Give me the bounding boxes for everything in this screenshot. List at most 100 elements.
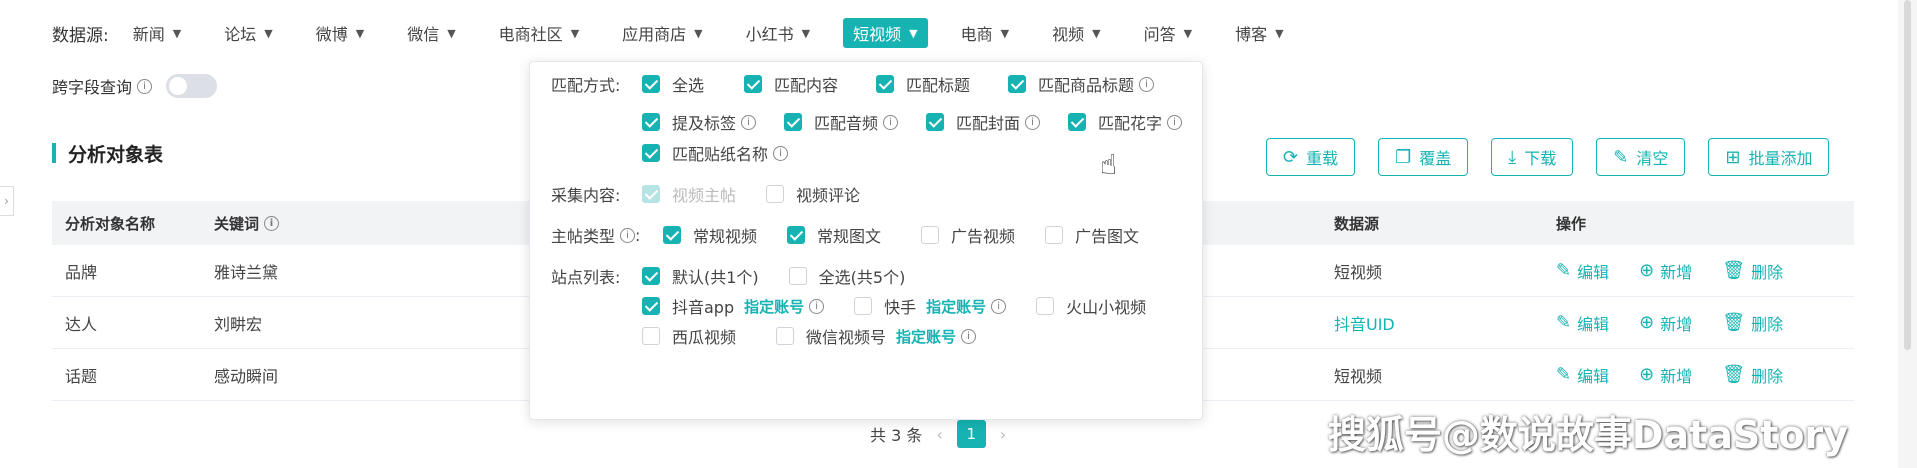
source-tab[interactable]: 小红书 ▼ xyxy=(736,18,820,48)
checkbox-option[interactable]: 匹配内容 xyxy=(744,72,838,96)
source-tab-label: 微博 xyxy=(315,25,348,44)
source-tab[interactable]: 问答 ▼ xyxy=(1134,18,1202,48)
checkbox-checked-icon xyxy=(642,185,660,203)
header-ops: 操作 xyxy=(1556,214,1587,233)
info-icon[interactable]: i xyxy=(883,114,899,130)
checkbox-option[interactable]: 视频评论 xyxy=(766,182,860,206)
caret-down-icon: ▼ xyxy=(447,26,456,40)
info-icon[interactable]: i xyxy=(1025,114,1041,130)
checkbox-option[interactable]: 匹配封面 i xyxy=(926,110,1041,134)
info-icon[interactable]: i xyxy=(1139,76,1155,92)
edit-button[interactable]: ✎ 编辑 xyxy=(1556,259,1609,283)
add-button[interactable]: ⊕ 新增 xyxy=(1639,363,1692,387)
page-scrollbar[interactable] xyxy=(1898,0,1917,468)
assign-account-link[interactable]: 指定账号 xyxy=(744,296,804,317)
checkbox-option[interactable]: 匹配贴纸名称 i xyxy=(642,141,789,165)
row-source[interactable]: 抖音UID xyxy=(1334,311,1395,335)
checkbox-option[interactable]: 匹配音频 i xyxy=(784,110,899,134)
caret-down-icon: ▼ xyxy=(909,26,918,40)
cross-field-label: 跨字段查询 xyxy=(52,78,133,97)
assign-account-link[interactable]: 指定账号 xyxy=(896,326,956,347)
delete-button[interactable]: 🗑 删除 xyxy=(1722,311,1783,335)
match-label: 匹配方式: xyxy=(551,76,621,95)
caret-down-icon: ▼ xyxy=(355,26,365,40)
edit-button[interactable]: ✎ 编辑 xyxy=(1556,311,1609,335)
info-icon[interactable]: i xyxy=(264,215,280,231)
edit-button[interactable]: ✎ 编辑 xyxy=(1556,363,1609,387)
download-button[interactable]: ⤓ 下载 xyxy=(1491,138,1574,176)
add-button[interactable]: ⊕ 新增 xyxy=(1639,311,1692,335)
source-tab[interactable]: 应用商店 ▼ xyxy=(612,18,712,48)
info-icon[interactable]: i xyxy=(741,114,757,130)
checkbox-option[interactable]: 微信视频号 指定账号 i xyxy=(776,324,977,348)
source-tab[interactable]: 视频 ▼ xyxy=(1042,18,1110,48)
source-tab-label: 新闻 xyxy=(132,25,165,44)
option-label: 快手 xyxy=(884,298,917,317)
source-tab-label: 电商 xyxy=(960,25,993,44)
checkbox-checked-icon xyxy=(744,75,763,93)
row-keyword: 刘畊宏 xyxy=(214,314,263,334)
source-label: 数据源: xyxy=(52,25,109,46)
checkbox-option[interactable]: 全选(共5个) xyxy=(788,264,905,288)
checkbox-option[interactable]: 抖音app 指定账号 i xyxy=(642,294,825,318)
option-label: 视频主帖 xyxy=(672,186,737,205)
sidebar-expand-icon[interactable]: › xyxy=(0,186,14,216)
source-tab[interactable]: 电商社区 ▼ xyxy=(489,18,589,48)
checkbox-option[interactable]: 全选 xyxy=(642,72,704,96)
checkbox-option[interactable]: 西瓜视频 xyxy=(642,324,736,348)
checkbox-option[interactable]: 广告图文 xyxy=(1045,223,1139,247)
batch-add-button[interactable]: ⊞ 批量添加 xyxy=(1708,138,1830,176)
next-page-icon[interactable]: › xyxy=(1000,425,1006,444)
checkbox-option[interactable]: 广告视频 xyxy=(921,223,1015,247)
info-icon[interactable]: i xyxy=(809,298,825,314)
source-tab[interactable]: 微信 ▼ xyxy=(397,18,465,48)
checkbox-option[interactable]: 火山小视频 xyxy=(1036,294,1146,318)
source-tab[interactable]: 博客 ▼ xyxy=(1225,18,1293,48)
cross-field-toggle[interactable] xyxy=(166,74,218,98)
checkbox-option[interactable]: 匹配花字 i xyxy=(1068,110,1183,134)
checkbox-option[interactable]: 匹配标题 xyxy=(876,72,970,96)
row-ops: ✎ 编辑 ⊕ 新增 🗑 删除 xyxy=(1556,311,1813,335)
page-number[interactable]: 1 xyxy=(956,420,986,448)
add-button[interactable]: ⊕ 新增 xyxy=(1639,259,1692,283)
source-tab-label: 问答 xyxy=(1143,25,1176,44)
plus-square-icon: ⊞ xyxy=(1725,146,1741,168)
source-tab[interactable]: 微博 ▼ xyxy=(306,18,374,48)
option-label: 匹配内容 xyxy=(774,76,839,95)
checkbox-checked-icon xyxy=(1008,75,1027,93)
checkbox-checked-icon xyxy=(876,75,895,93)
row-name: 话题 xyxy=(65,366,98,386)
checkbox-option[interactable]: 提及标签 i xyxy=(642,110,757,134)
checkbox-option[interactable]: 默认(共1个) xyxy=(642,264,759,288)
info-icon[interactable]: i xyxy=(773,145,789,161)
row-name: 达人 xyxy=(65,314,98,334)
checkbox-option[interactable]: 匹配商品标题 i xyxy=(1008,72,1155,96)
sites-label: 站点列表: xyxy=(551,268,621,287)
checkbox-empty-icon xyxy=(766,185,785,203)
checkbox-option: 视频主帖 xyxy=(642,182,736,206)
assign-account-link[interactable]: 指定账号 xyxy=(926,296,986,317)
option-label: 全选 xyxy=(672,76,705,95)
clear-button[interactable]: ✎ 清空 xyxy=(1596,138,1686,176)
plus-circle-icon: ⊕ xyxy=(1639,260,1655,281)
delete-button[interactable]: 🗑 删除 xyxy=(1722,259,1783,283)
source-tab[interactable]: 新闻 ▼ xyxy=(123,18,191,48)
scrollbar-thumb[interactable] xyxy=(1904,0,1911,350)
checkbox-option[interactable]: 快手 指定账号 i xyxy=(854,294,1007,318)
info-icon[interactable]: i xyxy=(961,328,977,344)
info-icon[interactable]: i xyxy=(620,227,636,243)
source-tab[interactable]: 电商 ▼ xyxy=(951,18,1019,48)
prev-page-icon[interactable]: ‹ xyxy=(936,425,942,444)
overwrite-button[interactable]: ❐ 覆盖 xyxy=(1378,138,1469,176)
delete-button[interactable]: 🗑 删除 xyxy=(1722,363,1783,387)
source-tab[interactable]: 短视频 ▼ xyxy=(843,18,928,48)
reload-button[interactable]: ⟳ 重载 xyxy=(1266,138,1356,176)
checkbox-option[interactable]: 常规视频 xyxy=(663,223,757,247)
checkbox-option[interactable]: 常规图文 xyxy=(787,223,881,247)
source-tab[interactable]: 论坛 ▼ xyxy=(214,18,282,48)
info-icon[interactable]: i xyxy=(991,298,1007,314)
source-tab-label: 应用商店 xyxy=(622,25,687,44)
option-label: 默认(共1个) xyxy=(672,268,759,287)
info-icon[interactable]: i xyxy=(1167,114,1183,130)
info-icon[interactable]: i xyxy=(137,78,153,94)
